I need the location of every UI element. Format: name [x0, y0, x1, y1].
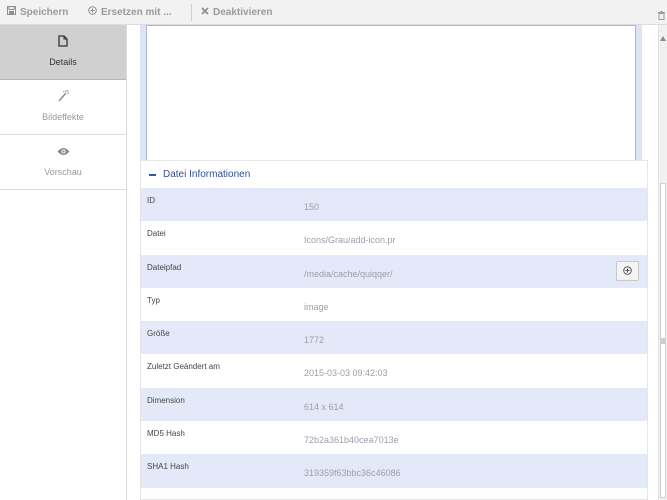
toolbar-divider	[191, 4, 192, 21]
media-file-window: Speichern Ersetzen mit ... Deaktivieren …	[0, 0, 667, 500]
file-icon	[0, 34, 126, 48]
save-icon	[7, 1, 16, 25]
table-row: Dimension 614 x 614	[141, 387, 647, 422]
row-label: ID	[147, 196, 155, 205]
sidebar-item-details[interactable]: Details	[0, 25, 126, 80]
row-label: Dimension	[147, 395, 185, 405]
collapse-icon[interactable]	[149, 173, 156, 176]
table-row: Dateipfad /media/cache/quiqqer/	[141, 254, 647, 288]
table-row: Typ image	[141, 288, 647, 321]
plus-circle-icon	[623, 262, 632, 280]
row-value: 150	[304, 202, 320, 212]
grip-icon	[661, 332, 665, 344]
description-editor-frame	[140, 25, 642, 169]
row-value: Icons/Grau/add-icon.pr	[304, 235, 396, 246]
row-label: MD5 Hash	[147, 429, 185, 439]
vertical-scrollbar[interactable]	[658, 25, 667, 500]
table-row: SHA1 Hash 319359f63bbc36c46086	[141, 454, 647, 488]
description-textarea[interactable]	[146, 25, 636, 168]
row-value: 319359f63bbc36c46086	[304, 468, 400, 479]
row-label: SHA1 Hash	[147, 462, 189, 472]
table-row: Datei Icons/Grau/add-icon.pr	[141, 221, 647, 254]
table-row: MD5 Hash 72b2a361b40cea7013e	[141, 421, 647, 454]
sidebar-item-label: Bildeffekte	[42, 112, 84, 122]
row-value: /media/cache/quiqqer/	[304, 268, 393, 279]
row-value: 72b2a361b40cea7013e	[304, 435, 399, 446]
close-icon	[201, 1, 209, 25]
replace-label: Ersetzen mit ...	[101, 6, 172, 18]
file-info-panel: Datei Informationen ID 150 Datei Icons/G…	[140, 160, 648, 500]
plus-circle-icon	[88, 1, 97, 25]
trash-icon[interactable]	[658, 7, 665, 20]
main-content: Datei Informationen ID 150 Datei Icons/G…	[127, 25, 658, 500]
row-value: 2015-03-03 09:42:03	[304, 368, 388, 379]
scroll-up-arrow-icon[interactable]	[660, 28, 666, 41]
toolbar: Speichern Ersetzen mit ... Deaktivieren	[0, 0, 667, 25]
row-label: Datei	[147, 229, 166, 239]
row-label: Größe	[147, 329, 170, 339]
row-label: Dateipfad	[147, 262, 182, 272]
row-value: image	[304, 301, 329, 312]
table-row: ID 150	[141, 188, 647, 222]
table-row: Größe 1772	[141, 321, 647, 355]
open-path-button[interactable]	[616, 260, 639, 281]
save-button[interactable]: Speichern	[7, 0, 68, 25]
save-label: Speichern	[20, 6, 69, 18]
deactivate-label: Deaktivieren	[213, 6, 273, 18]
deactivate-button[interactable]: Deaktivieren	[201, 0, 272, 25]
scroll-thumb[interactable]	[660, 183, 666, 498]
sidebar: Details Bildeffekte Vorschau	[0, 25, 127, 500]
sidebar-item-image-effects[interactable]: Bildeffekte	[0, 80, 126, 135]
table-row: Zuletzt Geändert am 2015-03-03 09:42:03	[141, 354, 647, 387]
file-info-header[interactable]: Datei Informationen	[141, 161, 647, 188]
magic-wand-icon	[0, 89, 126, 103]
sidebar-item-label: Vorschau	[44, 167, 82, 177]
panel-title: Datei Informationen	[163, 169, 251, 180]
sidebar-item-preview[interactable]: Vorschau	[0, 135, 126, 190]
row-value: 1772	[304, 335, 325, 346]
row-label: Zuletzt Geändert am	[147, 362, 220, 372]
sidebar-item-label: Details	[49, 57, 77, 67]
replace-button[interactable]: Ersetzen mit ...	[88, 0, 172, 25]
eye-icon	[0, 144, 126, 158]
row-label: Typ	[147, 295, 160, 305]
row-value: 614 x 614	[304, 401, 344, 412]
